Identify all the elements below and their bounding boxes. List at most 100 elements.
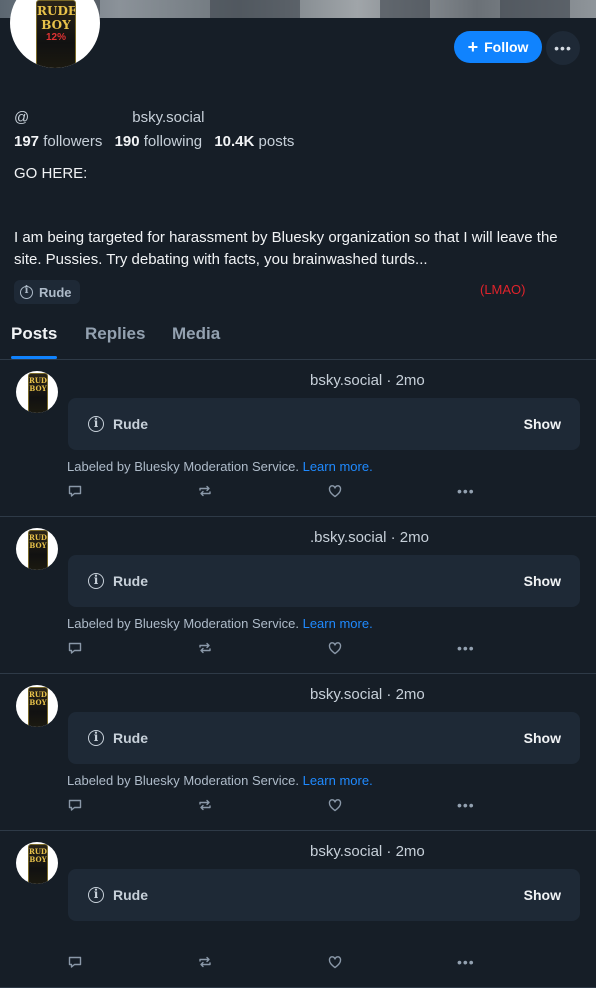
content-warning-card[interactable]: Rude Show bbox=[68, 398, 580, 450]
followers-count: 197 bbox=[14, 133, 40, 150]
like-button[interactable] bbox=[327, 640, 345, 658]
learn-more-link[interactable]: Learn more. bbox=[303, 459, 373, 474]
profile-tabs: Posts Replies Media bbox=[0, 318, 596, 360]
post-avatar[interactable]: RUDE BOY bbox=[16, 685, 58, 727]
profile-stats: 197 followers 190 following 10.4K posts bbox=[14, 133, 294, 150]
repost-icon bbox=[199, 799, 211, 811]
moderation-note-text: Labeled by Bluesky Moderation Service. bbox=[67, 459, 299, 474]
like-icon bbox=[328, 485, 342, 498]
energy-can-image: RUDE BOY 12% bbox=[36, 0, 76, 68]
post-actions: ••• bbox=[67, 954, 487, 972]
content-warning-card[interactable]: Rude Show bbox=[68, 869, 580, 921]
energy-can-image: RUDE BOY bbox=[28, 687, 48, 727]
energy-can-image: RUDE BOY bbox=[28, 530, 48, 570]
more-dots-icon: ••• bbox=[554, 40, 572, 56]
post-item[interactable]: RUDE BOY .bsky.social · 2mo Rude Show La… bbox=[0, 516, 596, 674]
post-more-button[interactable]: ••• bbox=[457, 483, 475, 501]
following-count: 190 bbox=[114, 133, 140, 150]
energy-can-image: RUDE BOY bbox=[28, 844, 48, 884]
post-meta: .bsky.social · 2mo bbox=[310, 529, 429, 546]
post-avatar[interactable]: RUDE BOY bbox=[16, 371, 58, 413]
info-icon bbox=[20, 285, 33, 299]
post-avatar[interactable]: RUDE BOY bbox=[16, 528, 58, 570]
repost-icon bbox=[199, 642, 211, 654]
reply-button[interactable] bbox=[67, 483, 85, 501]
handle-prefix: @ bbox=[14, 109, 30, 126]
profile-avatar[interactable]: RUDE BOY 12% bbox=[10, 0, 100, 68]
tab-posts[interactable]: Posts bbox=[11, 324, 57, 344]
post-item[interactable]: RUDE BOY bsky.social · 2mo Rude Show Lab… bbox=[0, 359, 596, 517]
like-button[interactable] bbox=[327, 483, 345, 501]
posts-label: posts bbox=[258, 133, 295, 150]
content-warning-card[interactable]: Rude Show bbox=[68, 712, 580, 764]
warning-label-text: Rude bbox=[113, 416, 148, 432]
post-item[interactable]: RUDE BOY bsky.social · 2mo Rude Show bbox=[0, 830, 596, 988]
more-dots-icon: ••• bbox=[457, 797, 475, 813]
moderation-note: Labeled by Bluesky Moderation Service. L… bbox=[67, 459, 373, 474]
more-dots-icon: ••• bbox=[457, 483, 475, 499]
post-meta: bsky.social · 2mo bbox=[310, 686, 425, 703]
following-label: following bbox=[143, 133, 203, 150]
show-button[interactable]: Show bbox=[524, 416, 561, 432]
warning-label: Rude bbox=[88, 730, 148, 746]
post-more-button[interactable]: ••• bbox=[457, 954, 475, 972]
post-meta: bsky.social · 2mo bbox=[310, 843, 425, 860]
followers-label: followers bbox=[43, 133, 103, 150]
warning-label: Rude bbox=[88, 573, 148, 589]
moderation-note-text: Labeled by Bluesky Moderation Service. bbox=[67, 616, 299, 631]
reply-button[interactable] bbox=[67, 797, 85, 815]
repost-button[interactable] bbox=[197, 954, 215, 972]
post-more-button[interactable]: ••• bbox=[457, 797, 475, 815]
show-button[interactable]: Show bbox=[524, 573, 561, 589]
follow-label: Follow bbox=[484, 39, 529, 55]
plus-icon: + bbox=[467, 37, 479, 57]
post-actions: ••• bbox=[67, 797, 487, 815]
reply-icon bbox=[68, 485, 82, 497]
profile-label-pill[interactable]: Rude bbox=[14, 280, 80, 304]
follow-button[interactable]: + Follow bbox=[454, 31, 542, 63]
followers-link[interactable]: 197 followers bbox=[14, 133, 102, 150]
warning-label-text: Rude bbox=[113, 730, 148, 746]
tab-media[interactable]: Media bbox=[172, 324, 220, 344]
more-options-button[interactable]: ••• bbox=[546, 31, 580, 65]
repost-button[interactable] bbox=[197, 797, 215, 815]
content-warning-card[interactable]: Rude Show bbox=[68, 555, 580, 607]
reply-button[interactable] bbox=[67, 640, 85, 658]
warning-label: Rude bbox=[88, 416, 148, 432]
like-button[interactable] bbox=[327, 954, 345, 972]
post-more-button[interactable]: ••• bbox=[457, 640, 475, 658]
repost-icon bbox=[199, 956, 211, 968]
learn-more-link[interactable]: Learn more. bbox=[303, 773, 373, 788]
post-actions: ••• bbox=[67, 483, 487, 501]
reply-button[interactable] bbox=[67, 954, 85, 972]
like-icon bbox=[328, 799, 342, 812]
repost-icon bbox=[199, 485, 211, 497]
reply-icon bbox=[68, 956, 82, 968]
energy-can-image: RUDE BOY bbox=[28, 373, 48, 413]
more-dots-icon: ••• bbox=[457, 640, 475, 656]
reply-icon bbox=[68, 799, 82, 811]
moderation-note: Labeled by Bluesky Moderation Service. L… bbox=[67, 773, 373, 788]
post-item[interactable]: RUDE BOY bsky.social · 2mo Rude Show Lab… bbox=[0, 673, 596, 831]
learn-more-link[interactable]: Learn more. bbox=[303, 616, 373, 631]
profile-label-text: Rude bbox=[39, 284, 72, 300]
info-icon bbox=[88, 573, 104, 589]
repost-button[interactable] bbox=[197, 640, 215, 658]
like-icon bbox=[328, 642, 342, 655]
show-button[interactable]: Show bbox=[524, 730, 561, 746]
profile-bio: GO HERE: I am being targeted for harassm… bbox=[14, 163, 574, 271]
moderation-note-text: Labeled by Bluesky Moderation Service. bbox=[67, 773, 299, 788]
reply-icon bbox=[68, 642, 82, 654]
post-meta: bsky.social · 2mo bbox=[310, 372, 425, 389]
like-icon bbox=[328, 956, 342, 969]
repost-button[interactable] bbox=[197, 483, 215, 501]
tab-replies[interactable]: Replies bbox=[85, 324, 145, 344]
more-dots-icon: ••• bbox=[457, 954, 475, 970]
like-button[interactable] bbox=[327, 797, 345, 815]
lmao-annotation: (LMAO) bbox=[480, 282, 526, 297]
bio-line-2: I am being targeted for harassment by Bl… bbox=[14, 229, 558, 268]
post-avatar[interactable]: RUDE BOY bbox=[16, 842, 58, 884]
moderation-note: Labeled by Bluesky Moderation Service. L… bbox=[67, 616, 373, 631]
warning-label-text: Rude bbox=[113, 573, 148, 589]
following-link[interactable]: 190 following bbox=[115, 133, 203, 150]
